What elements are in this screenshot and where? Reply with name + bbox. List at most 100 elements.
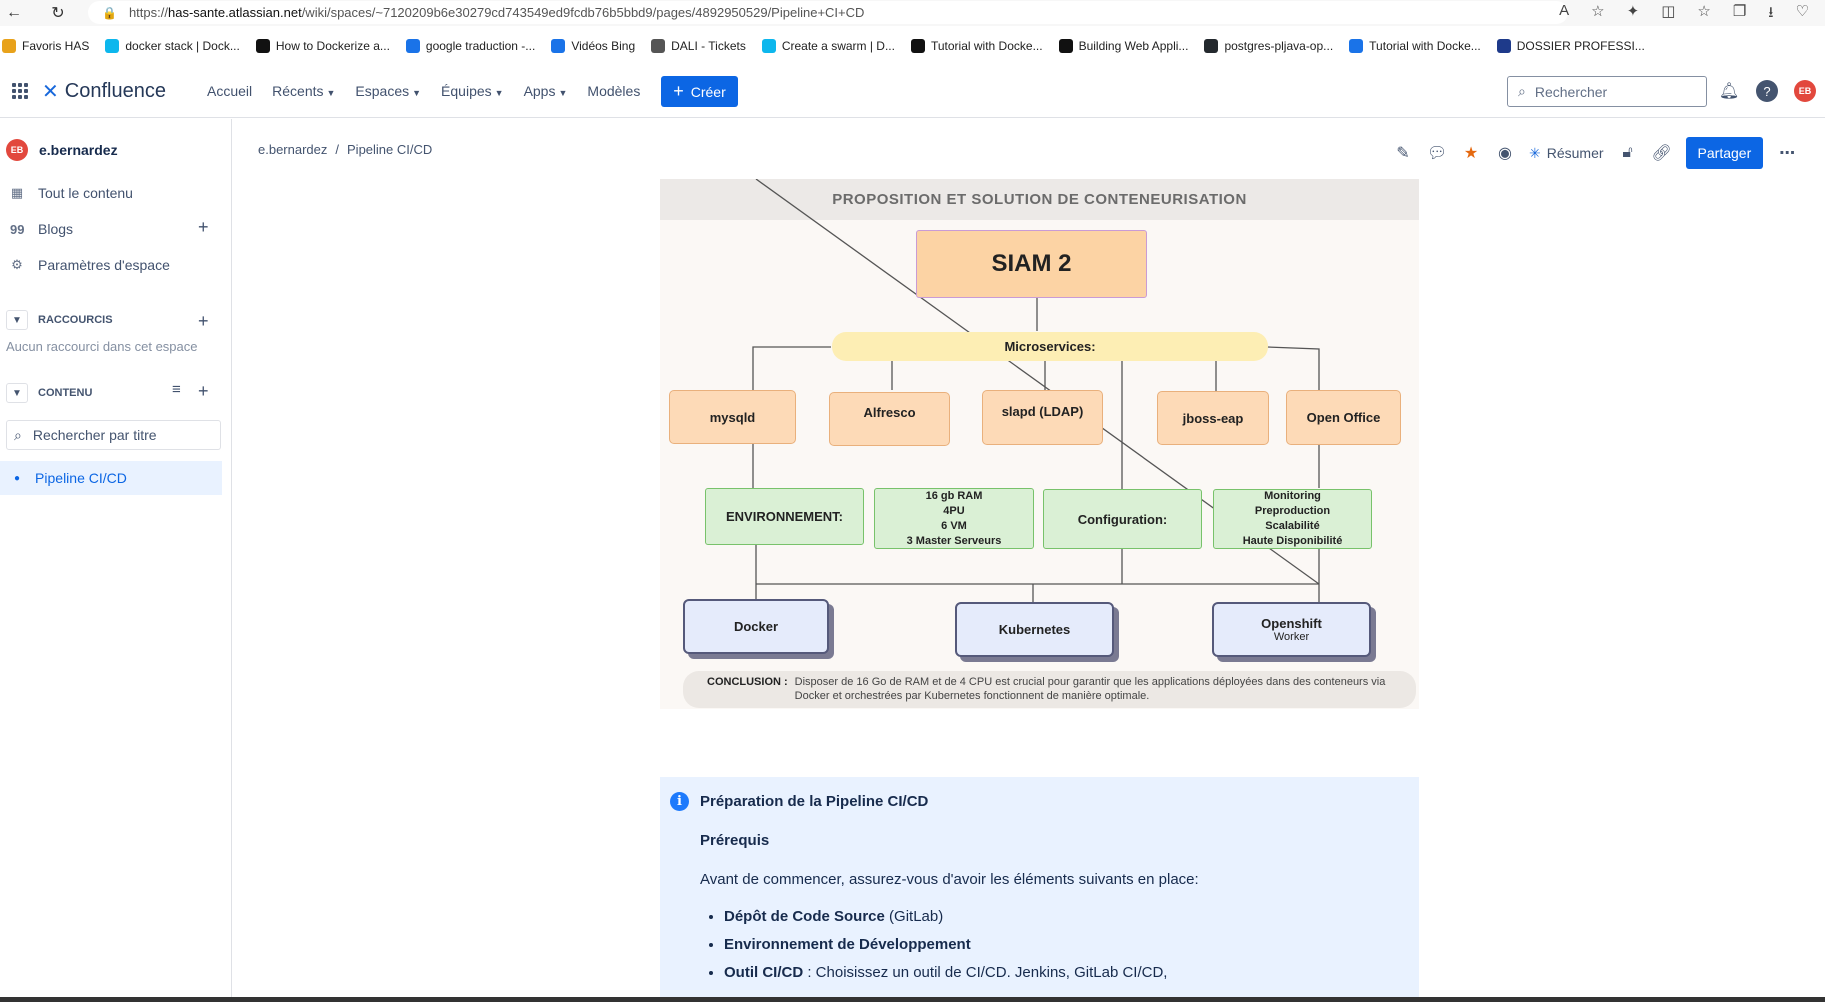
nav-teams-label: Équipes xyxy=(441,83,492,99)
bookmark-item[interactable]: Favoris HAS xyxy=(2,39,89,53)
sidebar-item-all-content[interactable]: ▦ Tout le contenu xyxy=(10,185,133,201)
restrictions-lock-icon[interactable]: 🔓︎ xyxy=(1618,144,1638,162)
bookmark-item[interactable]: DALI - Tickets xyxy=(651,39,746,53)
bookmark-favicon-icon xyxy=(761,39,776,53)
reload-icon[interactable]: ↻ xyxy=(44,3,72,23)
title-filter-input[interactable]: ⌕ Rechercher par titre xyxy=(6,420,221,450)
breadcrumb-item[interactable]: Pipeline CI/CD xyxy=(347,142,432,157)
share-button[interactable]: Partager xyxy=(1685,137,1764,169)
create-button[interactable]: + Créer xyxy=(661,76,738,107)
bookmark-item[interactable]: Create a swarm | D... xyxy=(761,39,895,53)
add-content-plus-icon[interactable]: + xyxy=(198,381,209,402)
bookmark-item[interactable]: DOSSIER PROFESSI... xyxy=(1496,39,1645,53)
bookmark-favicon-icon xyxy=(255,39,270,53)
search-input[interactable]: ⌕ Rechercher xyxy=(1507,76,1707,107)
resources-node: 16 gb RAM 4PU 6 VM 3 Master Serveurs xyxy=(874,488,1034,549)
bookmark-label: How to Dockerize a... xyxy=(275,39,390,53)
prerequisites-list: Dépôt de Code Source (GitLab) Environnem… xyxy=(724,908,1167,992)
comment-icon[interactable]: 💬︎ xyxy=(1427,143,1447,163)
add-shortcut-plus-icon[interactable]: + xyxy=(198,311,209,332)
list-item-bold: Outil CI/CD xyxy=(724,964,804,981)
watch-eye-icon[interactable]: ◉ xyxy=(1495,143,1515,163)
nav-teams[interactable]: Équipes ▼ xyxy=(441,83,504,99)
notifications-bell-icon[interactable]: 🔔︎ xyxy=(1718,80,1740,102)
logo-text: Confluence xyxy=(64,80,166,102)
bookmark-favicon-icon xyxy=(551,39,566,53)
address-bar[interactable]: 🔒 https://has-sante.atlassian.net/wiki/s… xyxy=(88,1,1568,24)
nav-recent-label: Récents xyxy=(272,83,324,99)
favorite-star-icon[interactable]: ☆ xyxy=(1591,2,1604,27)
bookmark-favicon-icon xyxy=(1349,39,1364,53)
add-blog-plus-icon[interactable]: + xyxy=(198,217,209,238)
platform-name: Openshift xyxy=(1261,616,1322,631)
platform-name: Docker xyxy=(733,619,779,634)
bookmark-item[interactable]: Tutorial with Docke... xyxy=(910,39,1043,53)
bookmark-label: Building Web Appli... xyxy=(1078,39,1189,53)
nav-templates[interactable]: Modèles xyxy=(587,83,640,99)
bookmark-label: Tutorial with Docke... xyxy=(930,39,1043,53)
split-screen-icon[interactable]: ◫ xyxy=(1661,2,1675,27)
sidebar-item-pipeline[interactable]: ● Pipeline CI/CD xyxy=(0,461,222,495)
bookmark-item[interactable]: Vidéos Bing xyxy=(551,39,635,53)
confluence-logo[interactable]: ✕ Confluence xyxy=(42,79,166,104)
page-actions: ✎ 💬︎ ★ ◉ ✳ Résumer 🔓︎ 🔗︎ Partager ⋯ xyxy=(1393,137,1797,169)
health-icon[interactable]: ♡ xyxy=(1796,2,1809,27)
sidebar-item-space-settings[interactable]: ⚙ Paramètres d'espace xyxy=(10,257,170,273)
url-path: /wiki/spaces/~7120209b6e30279cd743549ed9… xyxy=(301,5,865,20)
back-arrow-icon[interactable]: ← xyxy=(0,4,28,22)
conclusion-box: CONCLUSION : Disposer de 16 Go de RAM et… xyxy=(683,671,1416,708)
bookmark-label: Tutorial with Docke... xyxy=(1369,39,1481,53)
nav-apps-label: Apps xyxy=(523,83,556,99)
nav-home[interactable]: Accueil xyxy=(207,83,252,99)
sidebar-item-blogs[interactable]: 99 Blogs xyxy=(10,221,73,237)
space-owner[interactable]: EB e.bernardez xyxy=(6,139,118,161)
read-aloud-icon[interactable]: A xyxy=(1559,2,1569,27)
bookmark-item[interactable]: docker stack | Dock... xyxy=(105,39,240,53)
chevron-down-icon: ▼ xyxy=(494,88,504,98)
summarize-button[interactable]: ✳ Résumer xyxy=(1529,145,1604,162)
list-item-text: (GitLab) xyxy=(884,908,944,925)
service-node: slapd (LDAP) xyxy=(982,390,1103,445)
browser-actions: A ☆ ✦ ◫ ☆ ❐ ⭳ ♡ xyxy=(1559,2,1809,27)
bookmark-favicon-icon xyxy=(1058,39,1073,53)
breadcrumb-item[interactable]: e.bernardez xyxy=(258,142,327,157)
avatar[interactable]: EB xyxy=(1794,80,1816,102)
root-node: SIAM 2 xyxy=(916,230,1147,298)
feature-line: Scalabilité xyxy=(1265,520,1320,532)
platform-name: Kubernetes xyxy=(998,622,1071,637)
bookmark-item[interactable]: google traduction -... xyxy=(405,39,535,53)
filter-icon[interactable]: ≡ xyxy=(172,381,181,398)
nav-spaces[interactable]: Espaces ▼ xyxy=(355,83,421,99)
platform-sub: Worker xyxy=(1273,631,1310,643)
extensions-icon[interactable]: ✦ xyxy=(1627,2,1640,27)
nav-apps[interactable]: Apps ▼ xyxy=(524,83,568,99)
edit-pencil-icon[interactable]: ✎ xyxy=(1393,143,1413,163)
nav-recent[interactable]: Récents ▼ xyxy=(272,83,335,99)
collections-icon[interactable]: ❐ xyxy=(1733,2,1746,27)
service-node: Open Office xyxy=(1286,390,1401,445)
list-item: Dépôt de Code Source (GitLab) xyxy=(724,908,1167,925)
copy-link-icon[interactable]: 🔗︎ xyxy=(1652,143,1672,163)
more-actions-icon[interactable]: ⋯ xyxy=(1777,143,1797,163)
bookmark-item[interactable]: Tutorial with Docke... xyxy=(1349,39,1481,53)
bookmark-item[interactable]: Building Web Appli... xyxy=(1058,39,1189,53)
info-intro: Avant de commencer, assurez-vous d'avoir… xyxy=(700,871,1199,888)
downloads-icon[interactable]: ⭳ xyxy=(1768,2,1773,27)
grid-icon: ▦ xyxy=(10,185,24,200)
content-section[interactable]: ▼ CONTENU xyxy=(6,383,92,403)
bullet-icon: ● xyxy=(14,472,21,484)
app-switcher-icon[interactable] xyxy=(12,83,28,99)
star-icon[interactable]: ★ xyxy=(1461,143,1481,163)
help-icon[interactable]: ? xyxy=(1756,80,1778,102)
shortcuts-section[interactable]: ▼ RACCOURCIS xyxy=(6,310,113,330)
favorites-icon[interactable]: ☆ xyxy=(1697,2,1710,27)
bookmark-item[interactable]: How to Dockerize a... xyxy=(255,39,390,53)
bookmark-favicon-icon xyxy=(1204,39,1219,53)
bookmark-favicon-icon xyxy=(651,39,666,53)
filter-placeholder: Rechercher par titre xyxy=(32,427,157,443)
resource-line: 4PU xyxy=(943,504,965,517)
bookmark-item[interactable]: postgres-pljava-op... xyxy=(1204,39,1333,53)
breadcrumb: e.bernardez / Pipeline CI/CD xyxy=(258,142,432,157)
bookmarks-bar: Favoris HAS docker stack | Dock... How to … xyxy=(0,34,1825,58)
plus-icon: + xyxy=(673,81,684,101)
